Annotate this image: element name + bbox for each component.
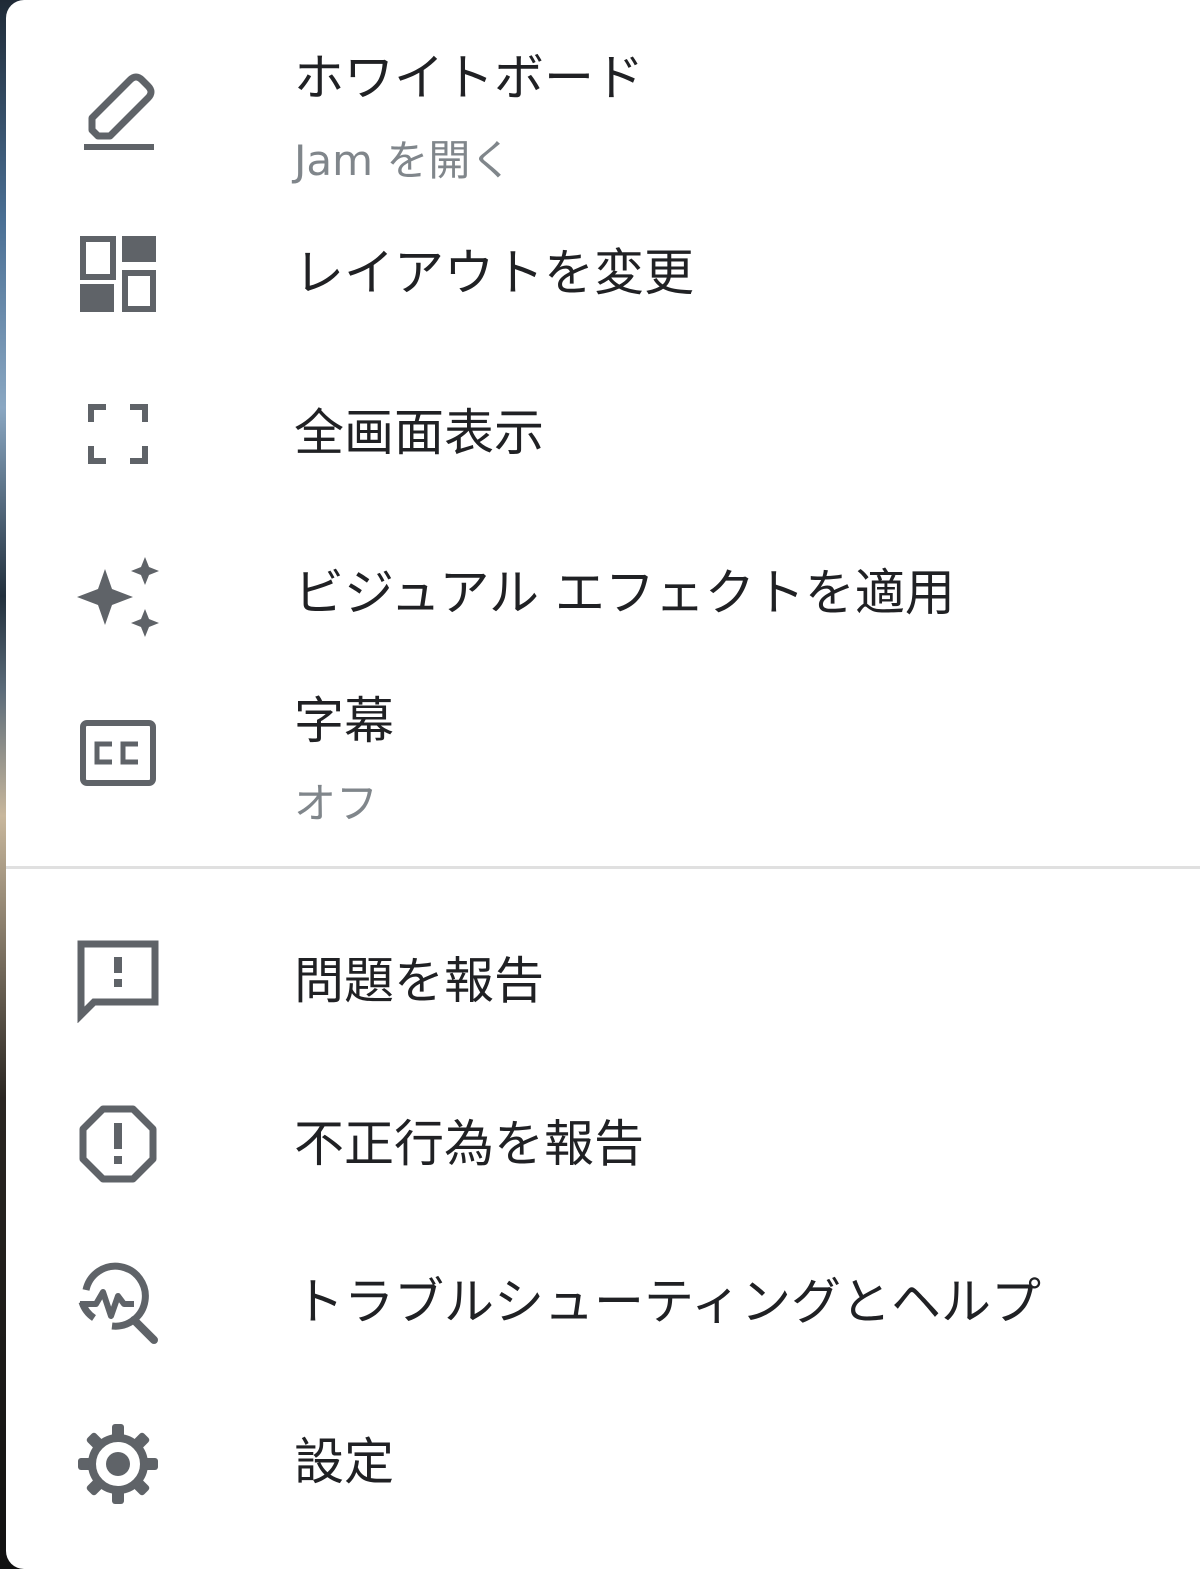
menu-item-label: 設定 [294,1433,394,1491]
menu-item-visual-effects[interactable]: ビジュアル エフェクトを適用 [6,540,1200,650]
menu-item-sublabel: Jam を開く [294,136,513,185]
sparkle-icon [70,544,166,640]
menu-item-report-problem[interactable]: 問題を報告 [6,925,1200,1035]
menu-item-label: 不正行為を報告 [294,1115,644,1173]
menu-item-captions[interactable]: 字幕 オフ [6,685,1200,845]
menu-item-label: レイアウトを変更 [294,244,694,302]
feedback-icon [70,933,166,1029]
menu-item-whiteboard[interactable]: ホワイトボード Jam を開く [6,40,1200,200]
menu-divider [6,866,1200,869]
report-abuse-icon [70,1096,166,1192]
pencil-icon [70,64,166,160]
menu-item-sublabel: オフ [294,779,379,828]
menu-item-report-abuse[interactable]: 不正行為を報告 [6,1090,1200,1200]
menu-item-troubleshooting-help[interactable]: トラブルシューティングとヘルプ [6,1250,1200,1360]
menu-item-change-layout[interactable]: レイアウトを変更 [6,220,1200,330]
menu-item-label: ホワイトボード [294,49,644,107]
troubleshoot-icon [70,1256,166,1352]
fullscreen-icon [70,386,166,482]
closed-caption-icon [70,705,166,801]
menu-item-label: トラブルシューティングとヘルプ [294,1273,1041,1331]
menu-item-fullscreen[interactable]: 全画面表示 [6,380,1200,490]
menu-item-label: 字幕 [294,692,394,750]
gear-icon [70,1416,166,1512]
menu-item-label: 問題を報告 [294,952,544,1010]
more-options-menu: ホワイトボード Jam を開く レイアウトを変更 全画面表示 ビジュアル エフェ… [6,0,1200,1569]
menu-item-settings[interactable]: 設定 [6,1410,1200,1520]
menu-item-label: ビジュアル エフェクトを適用 [294,564,955,622]
menu-item-label: 全画面表示 [294,404,544,462]
dashboard-layout-icon [70,226,166,322]
